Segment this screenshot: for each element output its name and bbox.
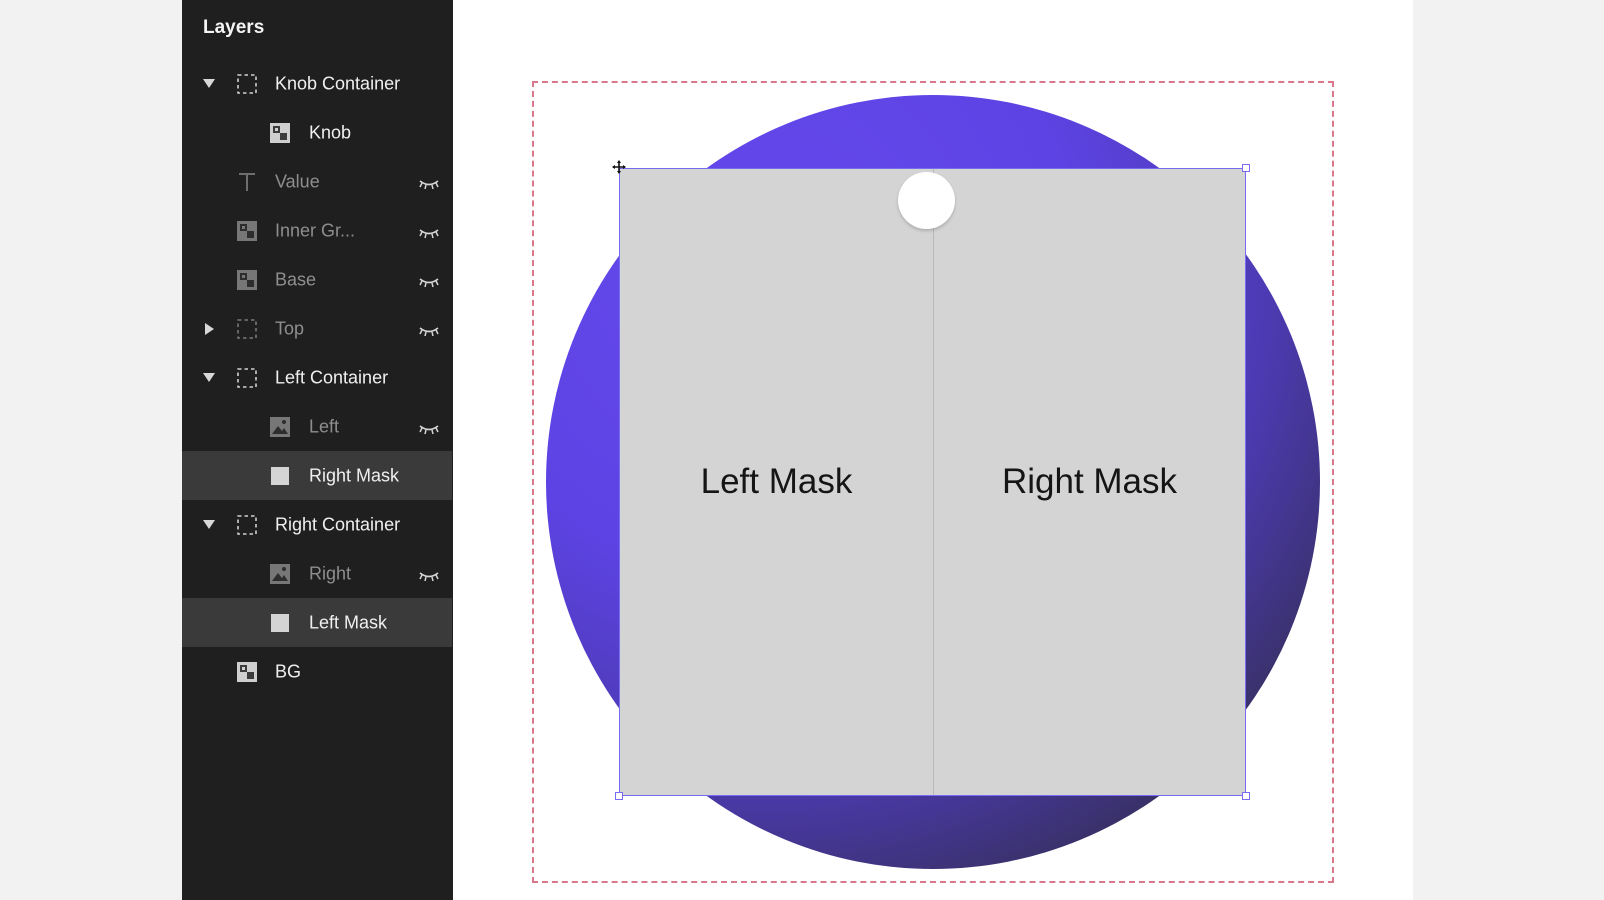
right-mask[interactable]: Right Mask (933, 169, 1245, 795)
layers-panel: Layers Knob Container Knob Value Inner Gr..… (182, 0, 453, 900)
text-icon (236, 171, 258, 193)
layer-label: Knob Container (275, 73, 401, 93)
rectangle-icon (269, 465, 291, 487)
hidden-eye-icon[interactable] (418, 420, 440, 434)
knob[interactable] (898, 172, 955, 229)
layer-row[interactable]: Value (182, 157, 452, 206)
layer-label: Left (309, 416, 340, 436)
right-mask-label: Right Mask (1001, 462, 1178, 501)
layer-list: Knob Container Knob Value Inner Gr... Base To… (182, 59, 452, 696)
component-icon (236, 220, 258, 242)
expand-arrow-down-icon[interactable] (202, 77, 216, 91)
layer-label: Left Container (275, 367, 389, 387)
component-icon (236, 269, 258, 291)
layer-label: Top (275, 318, 305, 338)
resize-handle-bottom-left[interactable] (615, 792, 623, 800)
layer-label: Value (275, 171, 320, 191)
layer-row[interactable]: Left Container (182, 353, 452, 402)
component-icon (269, 122, 291, 144)
expand-arrow-down-icon[interactable] (202, 371, 216, 385)
move-cursor-icon (612, 160, 626, 174)
resize-handle-top-right[interactable] (1242, 164, 1250, 172)
layer-row[interactable]: Base (182, 255, 452, 304)
left-mask[interactable]: Left Mask (620, 169, 933, 795)
layer-label: Left Mask (309, 612, 388, 632)
hidden-eye-icon[interactable] (418, 175, 440, 189)
layer-row[interactable]: Left (182, 402, 452, 451)
layer-label: Base (275, 269, 317, 289)
layer-label: Right Mask (309, 465, 400, 485)
hidden-eye-icon[interactable] (418, 273, 440, 287)
layers-panel-title: Layers (203, 17, 265, 38)
layer-row[interactable]: Top (182, 304, 452, 353)
left-mask-label: Left Mask (700, 462, 853, 501)
layer-row[interactable]: Right (182, 549, 452, 598)
layer-row[interactable]: Right Mask (182, 451, 452, 500)
expand-arrow-down-icon[interactable] (202, 518, 216, 532)
layer-row[interactable]: Right Container (182, 500, 452, 549)
rectangle-icon (269, 612, 291, 634)
design-canvas[interactable]: Left Mask Right Mask (453, 0, 1413, 900)
resize-handle-bottom-right[interactable] (1242, 792, 1250, 800)
layer-row[interactable]: Knob Container (182, 59, 452, 108)
collapse-arrow-right-icon[interactable] (202, 322, 216, 336)
layer-label: BG (275, 661, 302, 681)
layer-label: Right Container (275, 514, 401, 534)
right-gutter (1413, 0, 1604, 900)
image-icon (269, 563, 291, 585)
hidden-eye-icon[interactable] (418, 567, 440, 581)
layer-row[interactable]: Knob (182, 108, 452, 157)
layer-label: Inner Gr... (275, 220, 356, 240)
mask-selection[interactable]: Left Mask Right Mask (619, 168, 1246, 796)
dashed-frame-icon (236, 514, 258, 536)
hidden-eye-icon[interactable] (418, 322, 440, 336)
layer-label: Right (309, 563, 352, 583)
layer-row[interactable]: Left Mask (182, 598, 452, 647)
layer-label: Knob (309, 122, 352, 142)
dashed-frame-icon (236, 318, 258, 340)
hidden-eye-icon[interactable] (418, 224, 440, 238)
dashed-frame-icon (236, 367, 258, 389)
layer-row[interactable]: BG (182, 647, 452, 696)
image-icon (269, 416, 291, 438)
component-icon (236, 661, 258, 683)
dashed-frame-icon (236, 73, 258, 95)
layer-row[interactable]: Inner Gr... (182, 206, 452, 255)
